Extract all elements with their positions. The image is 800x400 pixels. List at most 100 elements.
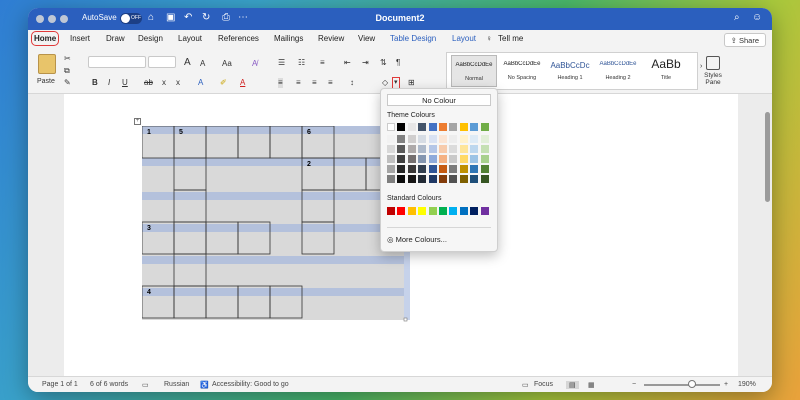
standard-colour-swatch[interactable] — [439, 207, 447, 215]
search-icon[interactable]: ⌕ — [734, 12, 740, 23]
tab-home[interactable]: Home — [30, 31, 60, 46]
theme-shade-swatch[interactable] — [387, 145, 395, 153]
style-title[interactable]: AaBb Title — [643, 55, 689, 87]
theme-shade-swatch[interactable] — [480, 145, 489, 153]
theme-shade-swatch[interactable] — [387, 165, 395, 173]
theme-colour-swatch[interactable] — [480, 123, 489, 131]
font-size-dropdown[interactable] — [148, 56, 176, 68]
table-resize-handle[interactable] — [403, 317, 408, 322]
theme-shade-swatch[interactable] — [397, 155, 406, 163]
zoom-slider-track[interactable] — [644, 384, 720, 386]
standard-colour-swatch[interactable] — [387, 207, 395, 215]
language-indicator[interactable]: Russian — [164, 381, 189, 388]
theme-shade-swatch[interactable] — [480, 135, 489, 143]
share-button[interactable]: ⇪ Share — [723, 33, 766, 47]
style-heading-2[interactable]: AaBbCcDdEe Heading 2 — [595, 55, 641, 87]
theme-shade-swatch[interactable] — [459, 135, 468, 143]
tab-mailings[interactable]: Mailings — [274, 34, 303, 43]
style-heading-1[interactable]: AaBbCcDc Heading 1 — [547, 55, 593, 87]
tab-layout[interactable]: Layout — [178, 34, 202, 43]
theme-shade-swatch[interactable] — [470, 175, 479, 183]
theme-shade-swatch[interactable] — [449, 145, 458, 153]
theme-shade-swatch[interactable] — [407, 145, 416, 153]
shrink-font-button[interactable]: A — [200, 59, 205, 69]
no-colour-button[interactable]: No Colour — [387, 94, 491, 106]
text-effects-icon[interactable]: A — [198, 78, 203, 88]
standard-colour-swatch[interactable] — [449, 207, 458, 215]
theme-shade-swatch[interactable] — [439, 175, 447, 183]
bullets-icon[interactable]: ☰ — [278, 58, 285, 68]
justify-icon[interactable]: ≡ — [328, 78, 333, 88]
table-move-handle[interactable]: + — [134, 118, 141, 125]
theme-shade-swatch[interactable] — [407, 175, 416, 183]
tab-review[interactable]: Review — [318, 34, 344, 43]
standard-colour-swatch[interactable] — [480, 207, 489, 215]
theme-shade-swatch[interactable] — [418, 155, 427, 163]
standard-colour-swatch[interactable] — [459, 207, 468, 215]
proofing-icon[interactable]: ▭ — [142, 381, 149, 389]
theme-colour-swatch[interactable] — [407, 123, 416, 131]
theme-shade-swatch[interactable] — [428, 175, 437, 183]
style-normal[interactable]: AaBbCcDdEe Normal — [451, 55, 497, 87]
word-count[interactable]: 6 of 6 words — [90, 381, 128, 388]
theme-colour-swatch[interactable] — [418, 123, 427, 131]
theme-shade-swatch[interactable] — [480, 155, 489, 163]
underline-button[interactable]: U — [122, 78, 128, 88]
highlight-icon[interactable]: ✐ — [220, 78, 227, 88]
line-spacing-icon[interactable]: ↕ — [350, 78, 354, 88]
font-color-icon[interactable]: A — [240, 78, 245, 88]
theme-shade-swatch[interactable] — [407, 135, 416, 143]
theme-shade-swatch[interactable] — [480, 175, 489, 183]
theme-shade-swatch[interactable] — [407, 155, 416, 163]
standard-colour-swatch[interactable] — [407, 207, 416, 215]
show-formatting-icon[interactable]: ¶ — [396, 58, 400, 68]
print-layout-icon[interactable]: ▤ — [566, 381, 579, 389]
theme-shade-swatch[interactable] — [470, 145, 479, 153]
theme-shade-swatch[interactable] — [407, 165, 416, 173]
font-name-dropdown[interactable] — [88, 56, 146, 68]
tab-view[interactable]: View — [358, 34, 375, 43]
theme-shade-swatch[interactable] — [480, 165, 489, 173]
tab-table-design[interactable]: Table Design — [390, 34, 436, 43]
vertical-scrollbar[interactable] — [765, 112, 770, 202]
more-colours-button[interactable]: ◎ More Colours... — [387, 235, 447, 244]
tab-design[interactable]: Design — [138, 34, 163, 43]
styles-pane-button[interactable]: Styles Pane — [700, 52, 726, 86]
copy-icon[interactable]: ⧉ — [64, 66, 70, 76]
strikethrough-button[interactable]: ab — [144, 78, 153, 88]
theme-colour-swatch[interactable] — [459, 123, 468, 131]
theme-shade-swatch[interactable] — [439, 135, 447, 143]
standard-colour-swatch[interactable] — [428, 207, 437, 215]
theme-shade-swatch[interactable] — [459, 175, 468, 183]
numbering-icon[interactable]: ☷ — [298, 58, 305, 68]
theme-shade-swatch[interactable] — [428, 155, 437, 163]
theme-shade-swatch[interactable] — [418, 135, 427, 143]
theme-shade-swatch[interactable] — [397, 135, 406, 143]
standard-colour-swatch[interactable] — [397, 207, 406, 215]
align-left-icon[interactable]: ≡ — [278, 78, 283, 88]
decrease-indent-icon[interactable]: ⇤ — [344, 58, 351, 68]
theme-shade-swatch[interactable] — [397, 145, 406, 153]
zoom-in-icon[interactable]: + — [724, 381, 728, 388]
web-layout-icon[interactable]: ▦ — [588, 381, 595, 389]
paste-icon[interactable] — [38, 54, 56, 74]
theme-colour-swatch[interactable] — [449, 123, 458, 131]
accessibility-icon[interactable]: ♿ — [200, 381, 209, 389]
theme-shade-swatch[interactable] — [470, 165, 479, 173]
page-count[interactable]: Page 1 of 1 — [42, 381, 78, 388]
align-right-icon[interactable]: ≡ — [312, 78, 317, 88]
sort-icon[interactable]: ⇅ — [380, 58, 387, 68]
theme-shade-swatch[interactable] — [428, 165, 437, 173]
theme-shade-swatch[interactable] — [439, 145, 447, 153]
shading-icon[interactable]: ◇ — [382, 78, 388, 88]
theme-shade-swatch[interactable] — [449, 165, 458, 173]
change-case-button[interactable]: Aa — [222, 59, 232, 69]
format-painter-icon[interactable]: ✎ — [64, 78, 71, 88]
theme-shade-swatch[interactable] — [418, 145, 427, 153]
theme-shade-swatch[interactable] — [449, 175, 458, 183]
zoom-slider-thumb[interactable] — [688, 380, 696, 388]
cut-icon[interactable]: ✂ — [64, 54, 71, 64]
standard-colour-swatch[interactable] — [470, 207, 479, 215]
clear-formatting-icon[interactable]: A̸ — [252, 59, 257, 69]
theme-shade-swatch[interactable] — [439, 165, 447, 173]
